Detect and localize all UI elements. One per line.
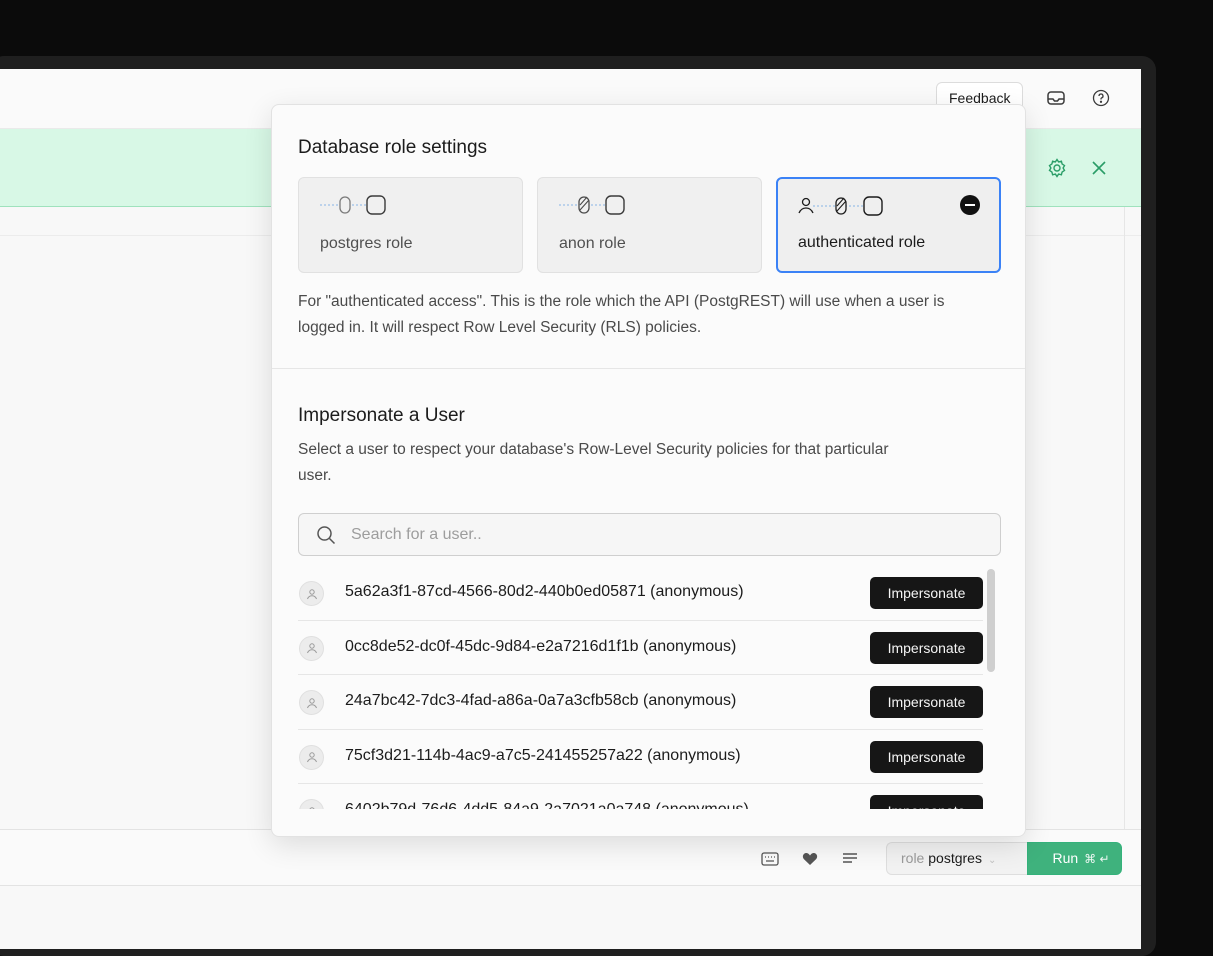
role-select-prefix: role	[901, 850, 925, 866]
anon-role-icon	[559, 195, 625, 215]
role-description: For "authenticated access". This is the …	[298, 293, 945, 336]
user-list-scrollbar[interactable]	[987, 569, 995, 672]
avatar	[299, 690, 324, 715]
user-id: 6402b79d-76d6-4dd5-84a9-2a7021a0a748 (an…	[345, 801, 749, 809]
search-icon	[317, 526, 336, 545]
impersonate-button[interactable]: Impersonate	[870, 795, 983, 809]
user-id: 5a62a3f1-87cd-4566-80d2-440b0ed05871 (an…	[345, 583, 744, 600]
list-item: 24a7bc42-7dc3-4fad-a86a-0a7a3cfb58cb (an…	[298, 675, 983, 730]
keyboard-icon[interactable]	[761, 850, 779, 868]
database-role-popover: Database role settings postgres role ano…	[271, 104, 1026, 837]
gear-icon[interactable]	[1045, 156, 1069, 180]
chevron-down-icon: ⌄	[987, 855, 997, 866]
role-select[interactable]: role postgres ⌄	[886, 842, 1028, 875]
editor-footer: role postgres ⌄ Run ⌘ ↵	[0, 829, 1141, 886]
popover-title: Database role settings	[298, 137, 488, 158]
search-input[interactable]	[351, 514, 971, 555]
avatar	[299, 744, 324, 770]
remove-role-icon[interactable]	[960, 195, 980, 215]
user-id: 75cf3d21-114b-4ac9-a7c5-241455257a22 (an…	[345, 746, 741, 764]
avatar	[299, 799, 324, 809]
inbox-icon[interactable]	[1045, 87, 1067, 109]
user-list: 5a62a3f1-87cd-4566-80d2-440b0ed05871 (an…	[298, 566, 983, 809]
list-item: 75cf3d21-114b-4ac9-a7c5-241455257a22 (an…	[298, 730, 983, 784]
impersonate-description: Select a user to respect your database's…	[298, 441, 889, 484]
avatar	[299, 581, 324, 606]
avatar	[299, 635, 324, 661]
impersonate-button[interactable]: Impersonate	[870, 631, 983, 664]
section-divider	[272, 368, 1025, 369]
impersonate-button[interactable]: Impersonate	[870, 686, 983, 718]
format-icon[interactable]	[841, 850, 859, 868]
help-icon[interactable]	[1090, 87, 1112, 109]
impersonate-button[interactable]: Impersonate	[870, 577, 983, 609]
list-item: 0cc8de52-dc0f-45dc-9d84-e2a7216d1f1b (an…	[298, 621, 983, 675]
role-card-label: postgres role	[320, 235, 413, 252]
impersonate-button[interactable]: Impersonate	[870, 740, 983, 773]
role-card-authenticated[interactable]: authenticated role	[776, 177, 1001, 273]
role-card-anon[interactable]: anon role	[537, 177, 762, 273]
list-item: 5a62a3f1-87cd-4566-80d2-440b0ed05871 (an…	[298, 566, 983, 621]
run-label: Run	[1052, 850, 1079, 866]
impersonate-title: Impersonate a User	[298, 405, 465, 426]
role-card-label: authenticated role	[798, 234, 926, 251]
role-card-label: anon role	[559, 235, 626, 252]
heart-icon[interactable]	[801, 850, 819, 868]
user-search-field[interactable]	[298, 513, 1001, 556]
list-item: 6402b79d-76d6-4dd5-84a9-2a7021a0a748 (an…	[298, 784, 983, 809]
run-shortcut: ⌘ ↵	[1084, 852, 1110, 866]
authenticated-role-icon	[798, 196, 883, 216]
editor-divider	[1124, 207, 1125, 829]
close-icon[interactable]	[1087, 156, 1111, 180]
user-id: 24a7bc42-7dc3-4fad-a86a-0a7a3cfb58cb (an…	[345, 692, 737, 709]
run-button[interactable]: Run ⌘ ↵	[1027, 842, 1122, 875]
user-id: 0cc8de52-dc0f-45dc-9d84-e2a7216d1f1b (an…	[345, 637, 737, 655]
role-card-postgres[interactable]: postgres role	[298, 177, 523, 273]
role-select-value: postgres	[928, 850, 982, 866]
postgres-role-icon	[320, 195, 386, 215]
